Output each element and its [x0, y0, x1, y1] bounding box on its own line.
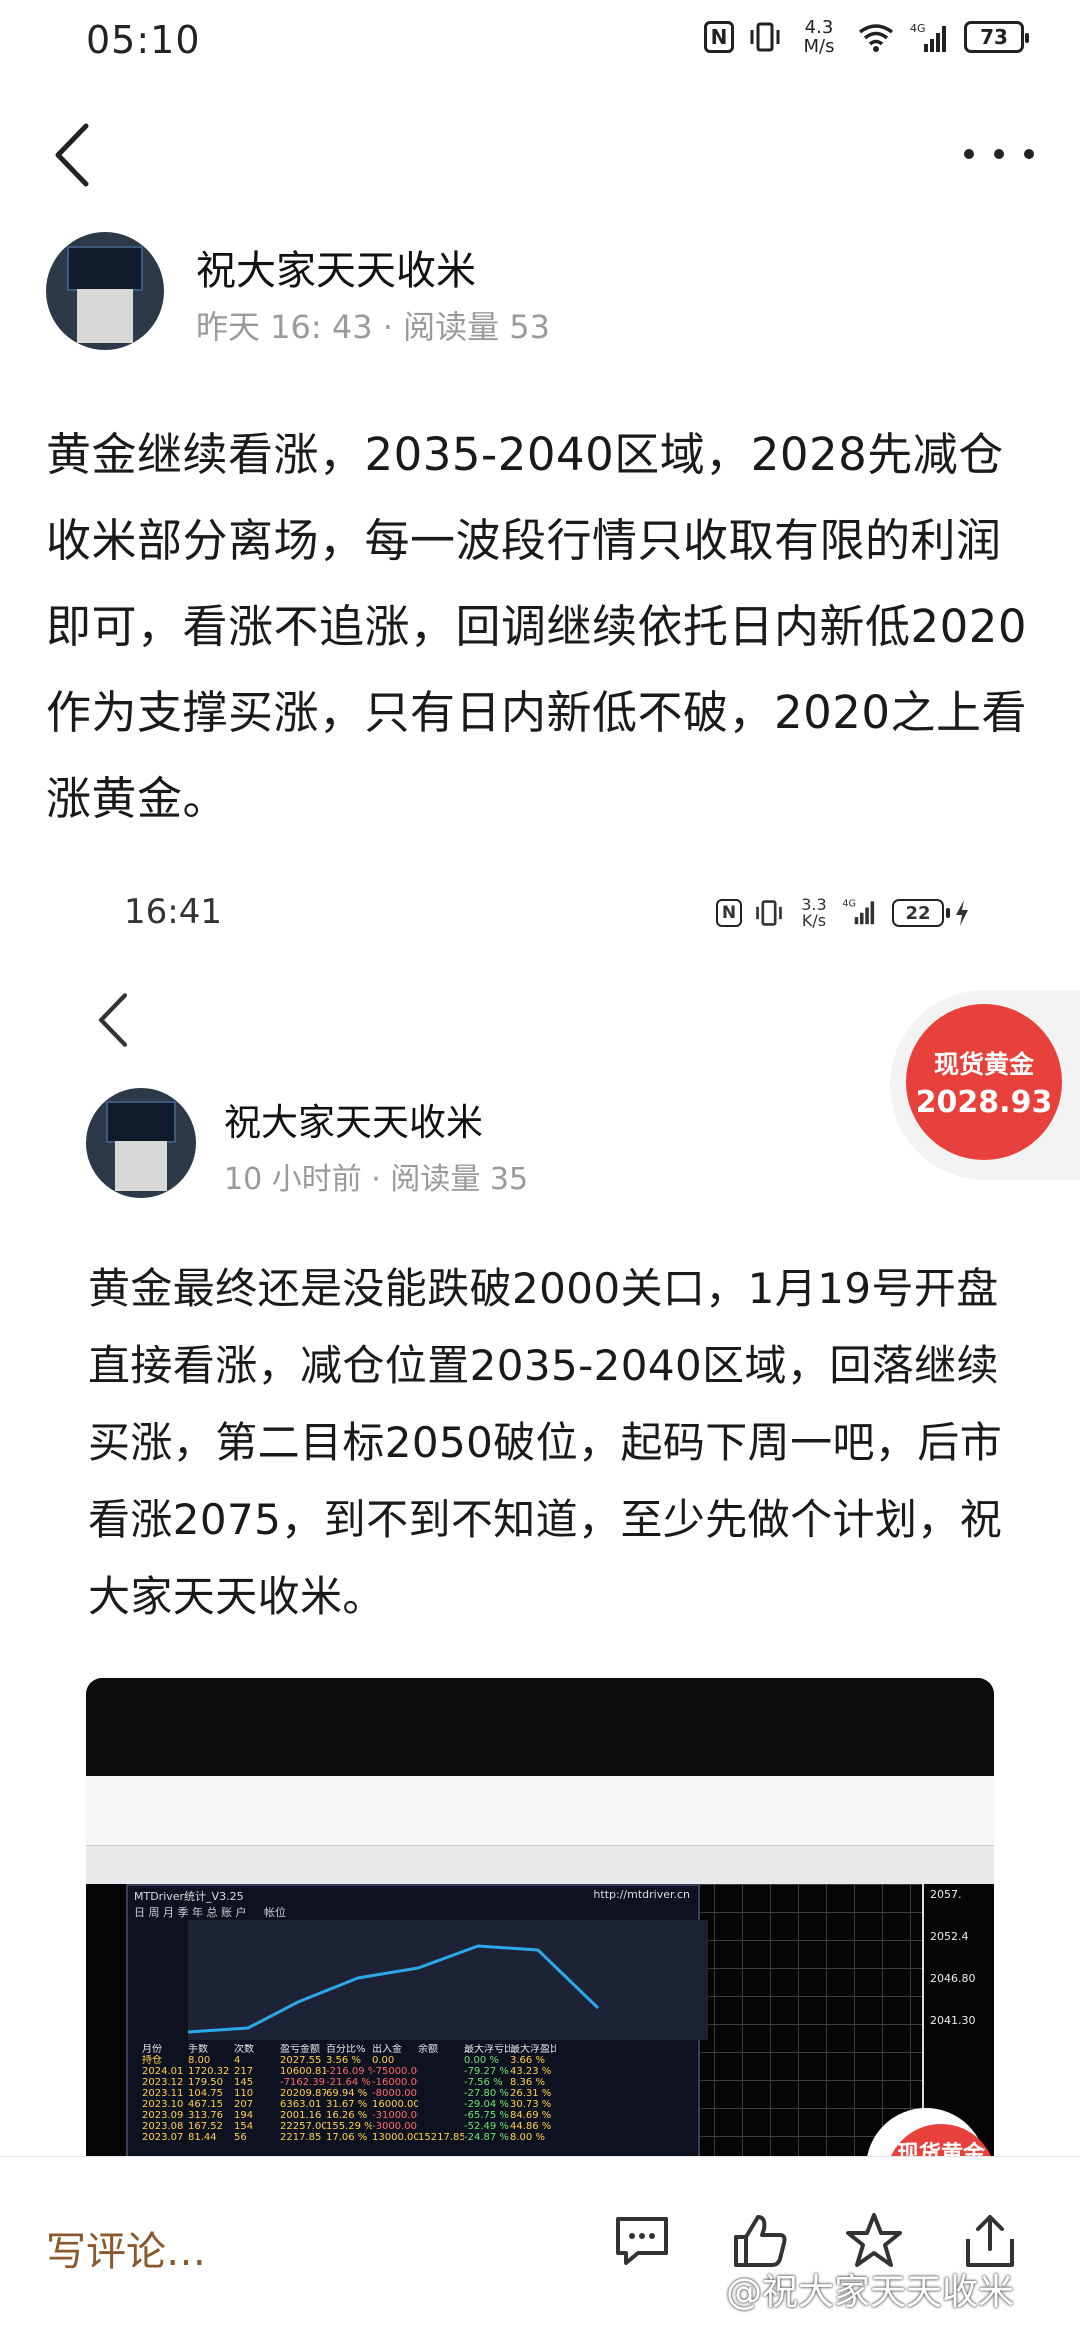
more-horizontal-icon [964, 149, 974, 159]
back-button[interactable] [52, 118, 112, 192]
stats-row: 2023.10 467.15 207 6363.01 31.67 % 16000.00 -2… [142, 2099, 552, 2110]
charging-icon [954, 899, 970, 927]
gold-badge-price: 2028.93 [915, 1084, 1053, 1120]
stats-panel-tabs: 日 周 月 季 年 总 账 户 帐位 [134, 1906, 286, 1919]
post-body: 黄金继续看涨，2035-2040区域，2028先减仓收米部分离场，每一波段行情只… [46, 428, 1028, 825]
meta-separator: · [382, 308, 393, 346]
chart-grid [686, 1884, 922, 2158]
meta-separator: · [371, 1162, 381, 1197]
stats-row: 2024.011720.3221710600.81-216.09 %-75000… [142, 2066, 552, 2077]
embedded-author-name: 祝大家天天收米 [224, 1101, 483, 1144]
battery-icon: 22 [892, 899, 950, 927]
vibrate-icon [748, 20, 782, 54]
stats-row: 2023.12 179.50 145 -7162.39 -21.64 % -16000.0… [142, 2077, 545, 2088]
author-avatar[interactable] [46, 232, 164, 350]
stats-panel: MTDriver统计_V3.25 http://mtdriver.cn 日 周 … [126, 1884, 708, 2158]
embedded-status-icons: N 3.3 K/s 4G 22 [716, 896, 970, 930]
gold-price-badge: 现货黄金 2028.93 [906, 1004, 1062, 1160]
embedded-post-time: 10 小时前 [224, 1162, 362, 1197]
chevron-left-icon [55, 123, 89, 187]
stats-panel-title: MTDriver统计_V3.25 [134, 1890, 244, 1903]
stats-row: 2023.07 81.44 56 2217.85 17.06 % 13000.00 1521… [142, 2132, 545, 2143]
battery-level: 73 [980, 25, 1008, 49]
watermark: @祝大家天天收米 [726, 2272, 1015, 2313]
stats-row: 2023.09313.761942001.1616.26 %-31000.00-… [142, 2110, 552, 2121]
nfc-icon: N [704, 21, 734, 53]
vibrate-icon [752, 896, 786, 930]
trading-screen-photo[interactable]: 2057. 2052.4 2046.80 2041.30 MTDriver统计_… [86, 1678, 994, 2158]
nfc-icon: N [716, 899, 742, 927]
stats-table: 月份手数次数盈亏金额百分比%出入金余额最大浮亏比最大浮盈比例 持仓8.00420… [142, 2044, 702, 2143]
post-time: 昨天 16: 43 [196, 308, 373, 346]
terminal-toolbar [86, 1846, 994, 1884]
status-icons: N 4.3 M/s 4G 73 [704, 17, 1029, 57]
embedded-status-time: 16:41 [124, 892, 222, 932]
stats-row: 2023.11 104.75 110 20209.87 69.94 % -8000.00-… [142, 2088, 552, 2099]
net-speed: 3.3 K/s [801, 895, 827, 930]
battery-icon: 73 [964, 21, 1029, 53]
network-type: 4G [910, 22, 926, 35]
battery-level: 22 [905, 902, 931, 924]
window-title-bar [86, 1776, 994, 1846]
equity-curve [188, 1920, 708, 2040]
embedded-post-meta: 10 小时前 · 阅读量 35 [224, 1154, 528, 1198]
embedded-read-count: 阅读量 35 [390, 1162, 529, 1197]
comment-icon[interactable] [610, 2209, 674, 2273]
gold-badge-label: 现货黄金 [933, 1049, 1034, 1079]
net-speed: 4.3 M/s [803, 17, 835, 57]
more-button[interactable] [964, 134, 1034, 174]
chevron-left-icon [98, 993, 128, 1047]
network-type: 4G [842, 899, 856, 910]
embedded-author-avatar [86, 1088, 196, 1198]
terminal-window: 2057. 2052.4 2046.80 2041.30 MTDriver统计_… [86, 1776, 994, 2158]
bottom-action-bar: 写评论… @祝大家天天收米 [0, 2156, 1080, 2340]
embedded-post-body: 黄金最终还是没能跌破2000关口，1月19号开盘直接看涨，减仓位置2035-20… [88, 1264, 1003, 1621]
price-chart-area: 2057. 2052.4 2046.80 2041.30 MTDriver统计_… [86, 1884, 994, 2158]
status-time: 05:10 [86, 18, 201, 62]
post-meta: 昨天 16: 43 · 阅读量 53 [196, 302, 550, 348]
stats-panel-url: http://mtdriver.cn [593, 1888, 690, 1901]
stats-row: 2023.08 167.52 154 22257.00 155.29 % -3000.00… [142, 2121, 552, 2132]
read-count: 阅读量 53 [403, 308, 550, 346]
stats-header-row: 月份手数次数盈亏金额百分比%出入金余额最大浮亏比最大浮盈比例 [142, 2044, 556, 2055]
comment-input[interactable]: 写评论… [46, 2219, 206, 2277]
wifi-icon [856, 20, 896, 54]
author-name[interactable]: 祝大家天天收米 [196, 238, 476, 296]
status-bar: 05:10 N 4.3 M/s 4G 73 [0, 0, 1080, 88]
embedded-back-button [96, 988, 146, 1052]
stats-row: 持仓 8.00 4 2027.55 3.56 % 0.00 0.00 % 3.66 % [142, 2055, 545, 2066]
signal-icon: 4G [910, 20, 950, 54]
signal-icon: 4G [842, 896, 882, 930]
